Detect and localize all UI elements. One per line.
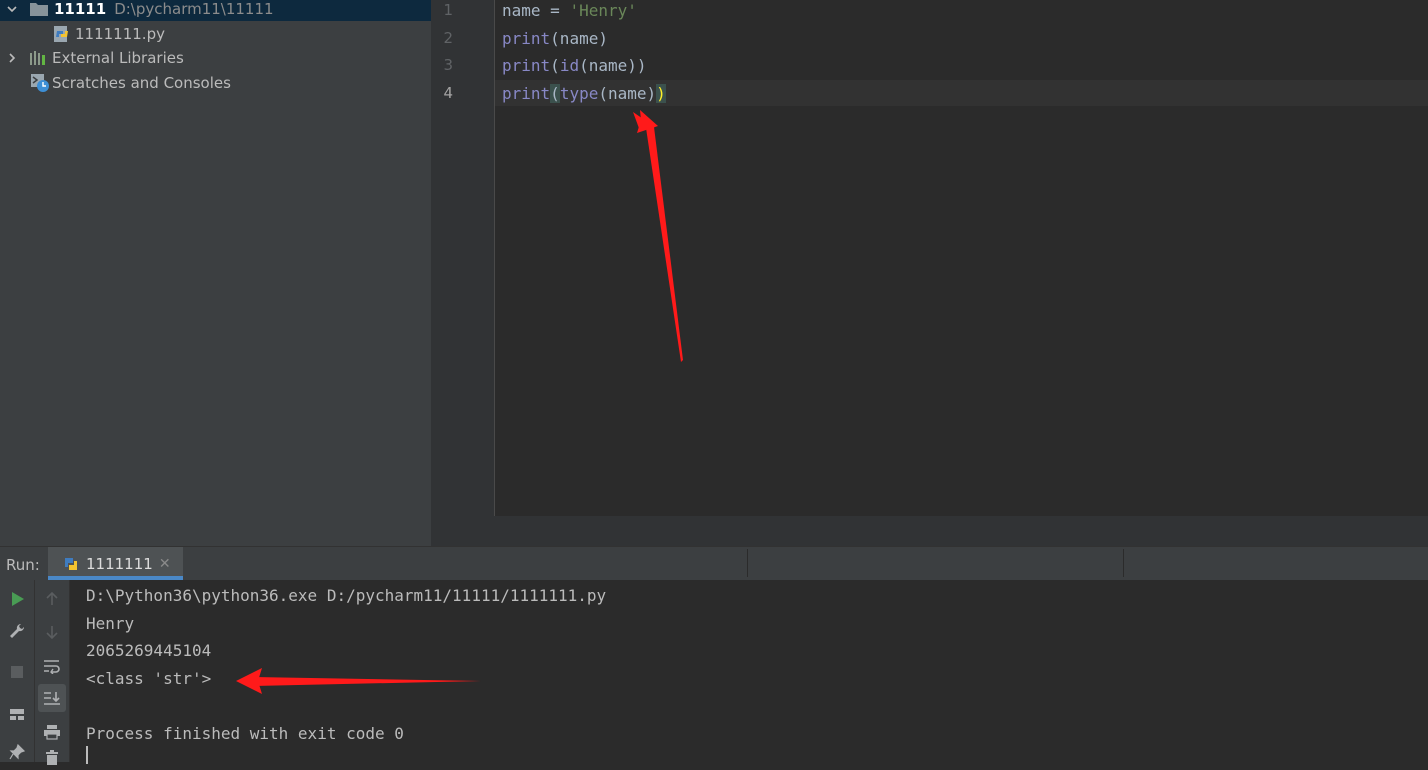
stop-icon[interactable] <box>5 660 29 684</box>
run-tab-label: 1111111 <box>86 555 153 573</box>
tree-scratches-row[interactable]: Scratches and Consoles <box>30 71 231 95</box>
scroll-to-end-toggle[interactable] <box>38 684 66 712</box>
code-token: (name)) <box>579 56 647 75</box>
run-console[interactable]: D:\Python36\python36.exe D:/pycharm11/11… <box>70 580 1428 764</box>
soft-wrap-icon[interactable] <box>40 654 64 678</box>
library-icon <box>29 50 47 66</box>
run-toolwindow-header: Run: 1111111 ✕ <box>0 546 1428 581</box>
scratches-label: Scratches and Consoles <box>52 74 231 92</box>
scroll-to-end-icon <box>40 686 64 710</box>
console-line: Process finished with exit code 0 <box>86 724 404 743</box>
code-token-builtin: print <box>502 29 551 48</box>
code-line-3[interactable]: print(id(name)) <box>502 56 647 75</box>
wrench-icon[interactable] <box>5 619 29 643</box>
close-icon[interactable]: ✕ <box>159 556 171 572</box>
console-line: D:\Python36\python36.exe D:/pycharm11/11… <box>86 586 607 605</box>
line-number-current: 4 <box>443 84 453 102</box>
scratches-icon <box>30 73 50 93</box>
code-token-builtin: id <box>559 56 580 75</box>
folder-icon <box>30 2 48 16</box>
arrow-up-icon[interactable] <box>40 587 64 611</box>
code-token: (name) <box>598 84 657 103</box>
code-line-1[interactable]: name = 'Henry' <box>502 1 637 20</box>
code-token-paren-match: ) <box>656 84 666 103</box>
console-line: 2065269445104 <box>86 641 212 660</box>
external-libraries-label: External Libraries <box>52 49 184 67</box>
python-icon <box>62 555 80 573</box>
console-line: Henry <box>86 614 135 633</box>
run-icon[interactable] <box>5 587 29 611</box>
print-icon[interactable] <box>40 720 64 744</box>
project-panel: 11111 D:\pycharm11\11111 1111111.py Exte… <box>0 0 431 546</box>
pin-icon[interactable] <box>5 740 29 764</box>
tree-root-row[interactable]: 11111 D:\pycharm11\11111 <box>0 0 431 21</box>
text-caret <box>86 746 88 764</box>
tree-file-row[interactable]: 1111111.py <box>53 22 165 46</box>
header-divider <box>1123 549 1124 577</box>
code-token: = <box>540 1 570 20</box>
line-number-gutter: 1 2 3 4 <box>431 0 495 516</box>
arrow-down-icon[interactable] <box>40 620 64 644</box>
project-root-path: D:\pycharm11\11111 <box>114 0 274 18</box>
code-token: (name) <box>550 29 608 48</box>
line-number: 2 <box>443 29 453 47</box>
code-editor[interactable]: 1 2 3 4 name = 'Henry' print(name) print… <box>431 0 1428 516</box>
trash-icon[interactable] <box>40 746 64 770</box>
code-token-builtin: type <box>559 84 599 103</box>
header-divider <box>747 549 748 577</box>
layout-icon[interactable] <box>5 702 29 726</box>
code-token-string: 'Henry' <box>569 1 637 20</box>
run-label: Run: <box>6 556 40 574</box>
run-toolbar-primary <box>0 580 35 762</box>
project-root-name: 11111 <box>54 0 107 18</box>
console-line: <class 'str'> <box>86 669 212 688</box>
tree-external-libraries-row[interactable]: External Libraries <box>0 46 184 70</box>
code-token-builtin: print <box>502 84 551 103</box>
code-line-2[interactable]: print(name) <box>502 29 608 48</box>
line-number: 1 <box>443 1 453 19</box>
chevron-right-icon[interactable] <box>6 52 18 64</box>
python-file-icon <box>53 25 71 43</box>
editor-bottom-area <box>431 516 1428 546</box>
code-line-4[interactable]: print(type(name)) <box>502 84 666 103</box>
run-toolbar-secondary <box>35 580 70 765</box>
code-token: ( <box>550 56 560 75</box>
code-token-builtin: print <box>502 56 551 75</box>
code-token: name <box>502 1 541 20</box>
file-name: 1111111.py <box>75 25 165 43</box>
code-token-paren-match: ( <box>550 84 560 103</box>
chevron-down-icon[interactable] <box>6 3 18 15</box>
line-number: 3 <box>443 56 453 74</box>
